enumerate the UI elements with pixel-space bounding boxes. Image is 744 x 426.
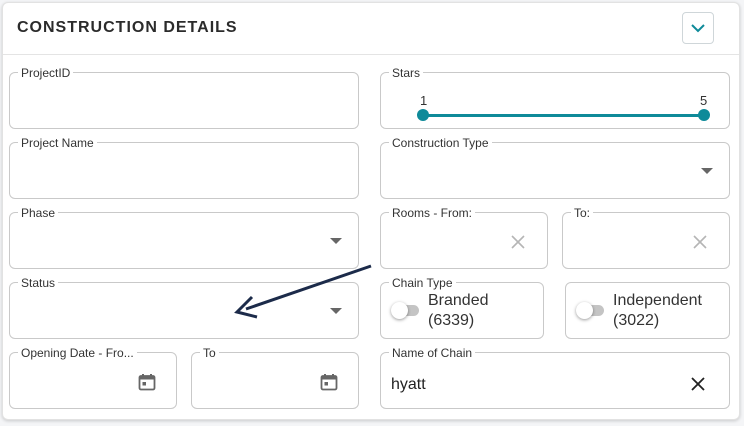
phase-select[interactable]: Phase: [9, 206, 359, 269]
project-id-input[interactable]: [20, 91, 328, 115]
clear-icon[interactable]: [693, 235, 707, 249]
branded-toggle-group[interactable]: Branded (6339): [391, 291, 489, 331]
stars-min-value: 1: [420, 93, 428, 108]
dropdown-caret-icon: [330, 308, 342, 314]
opening-date-to-label: To: [200, 346, 219, 360]
branded-toggle[interactable]: [391, 302, 419, 319]
stars-label: Stars: [389, 66, 424, 80]
calendar-icon[interactable]: [138, 373, 156, 391]
name-of-chain-field[interactable]: Name of Chain: [380, 346, 730, 409]
rooms-to-field[interactable]: To:: [562, 206, 730, 269]
rooms-from-label: Rooms - From:: [389, 206, 476, 220]
panel-header: CONSTRUCTION DETAILS: [3, 3, 739, 55]
stars-max-value: 5: [700, 93, 708, 108]
project-id-label: ProjectID: [18, 66, 74, 80]
construction-type-label: Construction Type: [389, 136, 492, 150]
project-name-field[interactable]: Project Name: [9, 136, 359, 199]
chevron-down-icon: [691, 23, 705, 32]
toggle-knob: [391, 302, 408, 319]
toggle-knob: [576, 302, 593, 319]
phase-label: Phase: [18, 206, 59, 220]
chain-type-independent-field: Independent (3022): [565, 282, 730, 339]
opening-date-from-input[interactable]: [20, 371, 146, 395]
stars-slider-max-handle[interactable]: [698, 109, 710, 121]
project-name-label: Project Name: [18, 136, 97, 150]
chain-type-branded-field: Chain Type Branded (6339): [380, 276, 544, 339]
construction-details-panel: CONSTRUCTION DETAILS ProjectID Stars 1 5…: [2, 2, 740, 420]
opening-date-to-field[interactable]: To: [191, 346, 359, 409]
stars-field: Stars 1 5: [380, 66, 730, 129]
rooms-to-input[interactable]: [573, 231, 699, 255]
section-title: CONSTRUCTION DETAILS: [17, 19, 238, 36]
rooms-from-input[interactable]: [391, 231, 517, 255]
construction-type-select[interactable]: Construction Type: [380, 136, 730, 199]
rooms-to-label: To:: [571, 206, 594, 220]
independent-toggle[interactable]: [576, 302, 604, 319]
project-id-field[interactable]: ProjectID: [9, 66, 359, 129]
clear-icon[interactable]: [511, 235, 525, 249]
collapse-button[interactable]: [682, 12, 714, 44]
independent-toggle-group[interactable]: Independent (3022): [576, 291, 702, 331]
dropdown-caret-icon: [330, 238, 342, 244]
dropdown-caret-icon: [701, 168, 713, 174]
status-label: Status: [18, 276, 59, 290]
independent-label: Independent: [613, 292, 702, 309]
calendar-icon[interactable]: [320, 373, 338, 391]
project-name-input[interactable]: [20, 161, 328, 185]
opening-date-from-field[interactable]: Opening Date - Fro...: [9, 346, 177, 409]
chain-type-label: Chain Type: [389, 276, 456, 290]
branded-count: (6339): [428, 312, 475, 329]
independent-count: (3022): [613, 312, 660, 329]
stars-slider-min-handle[interactable]: [417, 109, 429, 121]
branded-label: Branded: [428, 292, 489, 309]
rooms-from-field[interactable]: Rooms - From:: [380, 206, 548, 269]
name-of-chain-input[interactable]: [391, 373, 699, 397]
name-of-chain-label: Name of Chain: [389, 346, 476, 360]
clear-icon[interactable]: [691, 377, 705, 391]
opening-date-from-label: Opening Date - Fro...: [18, 346, 137, 360]
opening-date-to-input[interactable]: [202, 371, 328, 395]
stars-slider-track[interactable]: [423, 114, 704, 117]
status-select[interactable]: Status: [9, 276, 359, 339]
